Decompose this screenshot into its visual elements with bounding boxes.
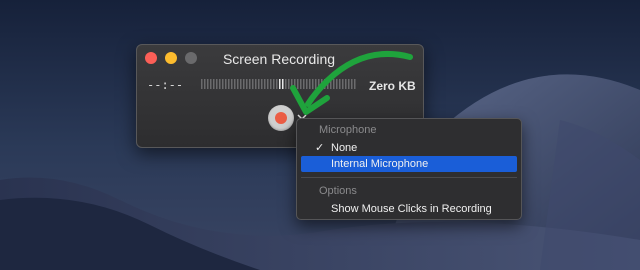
meter-tick (270, 79, 272, 89)
meter-tick (264, 79, 266, 89)
meter-tick (321, 79, 323, 89)
meter-tick (306, 79, 308, 89)
window-title: Screen Recording (222, 51, 336, 67)
meter-tick (207, 79, 209, 89)
meter-tick (312, 79, 314, 89)
meter-tick (348, 79, 350, 89)
meter-tick (324, 79, 326, 89)
meter-tick (216, 79, 218, 89)
meter-tick (285, 79, 287, 89)
options-dropdown-menu: Microphone ✓ None Internal Microphone Op… (296, 118, 522, 220)
microphone-option-internal[interactable]: Internal Microphone (301, 156, 517, 172)
meter-tick (201, 79, 203, 89)
meter-tick (315, 79, 317, 89)
meter-tick (342, 79, 344, 89)
meter-tick (237, 79, 239, 89)
meter-tick (318, 79, 320, 89)
meter-tick (228, 79, 230, 89)
minimize-window-button[interactable] (165, 52, 177, 64)
meter-tick (309, 79, 311, 89)
close-window-button[interactable] (145, 52, 157, 64)
microphone-section-header: Microphone (319, 124, 377, 136)
meter-tick (267, 79, 269, 89)
meter-tick (213, 79, 215, 89)
meter-tick (303, 79, 305, 89)
meter-tick (291, 79, 293, 89)
meter-tick (294, 79, 296, 89)
menu-item-label: Show Mouse Clicks in Recording (331, 203, 492, 215)
record-button[interactable] (268, 105, 294, 131)
recording-timer: --:-- (147, 78, 184, 92)
audio-level-meter (201, 79, 356, 89)
meter-tick (336, 79, 338, 89)
meter-tick (273, 79, 275, 89)
meter-tick (219, 79, 221, 89)
meter-tick (246, 79, 248, 89)
menu-item-label: Internal Microphone (331, 158, 429, 170)
menu-separator (301, 177, 517, 178)
meter-tick (345, 79, 347, 89)
meter-tick (255, 79, 257, 89)
meter-tick (243, 79, 245, 89)
meter-tick (252, 79, 254, 89)
microphone-option-none[interactable]: ✓ None (301, 140, 517, 156)
meter-tick (240, 79, 242, 89)
meter-tick (333, 79, 335, 89)
record-icon (275, 112, 287, 124)
meter-tick (225, 79, 227, 89)
meter-tick (258, 79, 260, 89)
meter-tick (222, 79, 224, 89)
meter-tick (300, 79, 302, 89)
meter-tick (339, 79, 341, 89)
zoom-window-button[interactable] (185, 52, 197, 64)
meter-tick (288, 79, 290, 89)
meter-tick (330, 79, 332, 89)
meter-tick (210, 79, 212, 89)
meter-tick (327, 79, 329, 89)
meter-tick (249, 79, 251, 89)
meter-tick (351, 79, 353, 89)
meter-tick (261, 79, 263, 89)
meter-tick (234, 79, 236, 89)
meter-tick (204, 79, 206, 89)
meter-tick (297, 79, 299, 89)
meter-tick (282, 79, 284, 89)
meter-tick (231, 79, 233, 89)
file-size-label: Zero KB (369, 79, 416, 93)
meter-tick (276, 79, 278, 89)
check-icon: ✓ (315, 142, 325, 154)
meter-tick (354, 79, 356, 89)
menu-item-label: None (331, 142, 358, 154)
show-mouse-clicks-option[interactable]: Show Mouse Clicks in Recording (301, 201, 517, 217)
options-section-header: Options (319, 185, 357, 197)
meter-tick (279, 79, 281, 89)
